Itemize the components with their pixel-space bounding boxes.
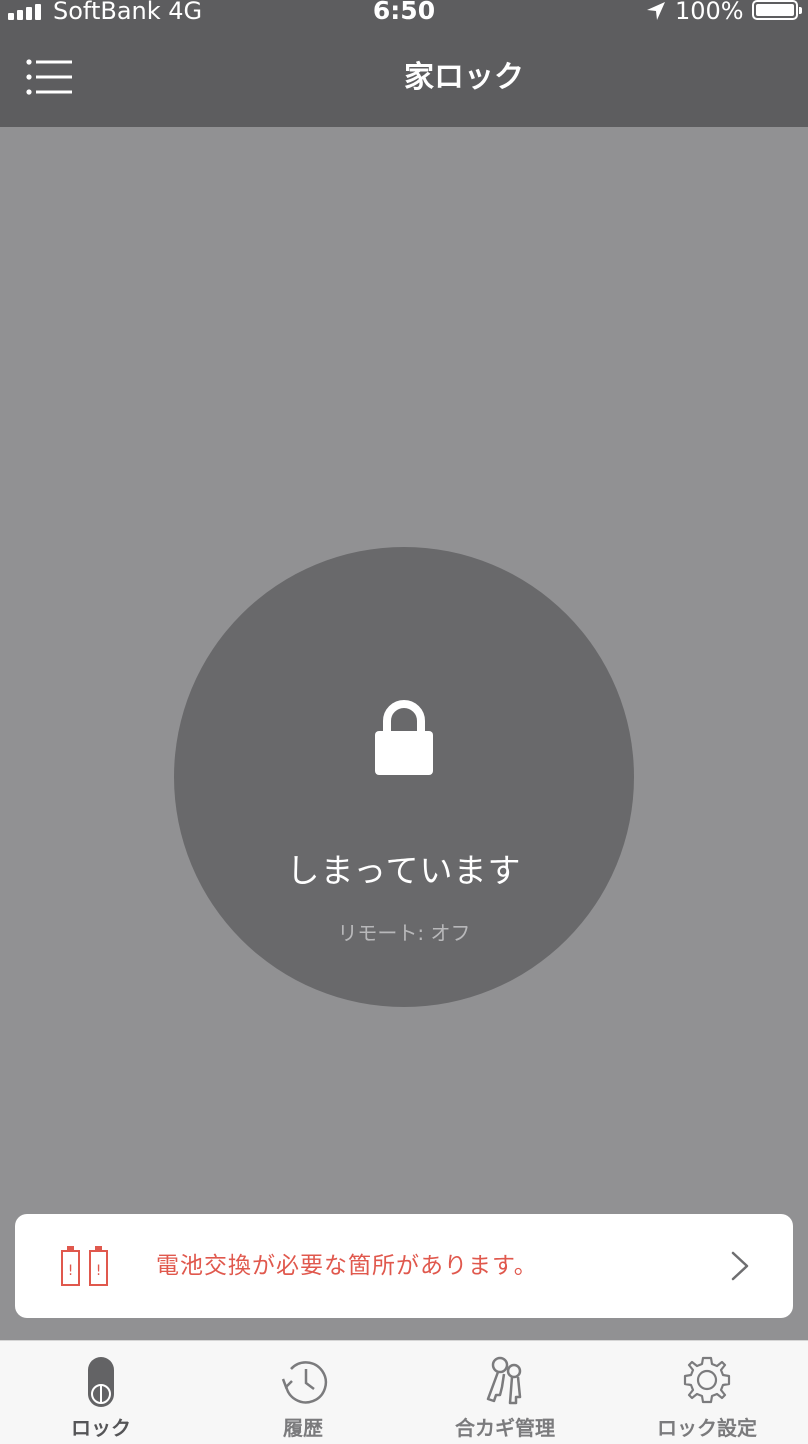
tab-history[interactable]: 履歴 bbox=[202, 1341, 404, 1444]
svg-text:!: ! bbox=[96, 1263, 102, 1279]
battery-alert-banner[interactable]: ! ! 電池交換が必要な箇所があります。 bbox=[15, 1214, 793, 1318]
keys-icon bbox=[486, 1356, 522, 1405]
battery-icon bbox=[752, 0, 802, 20]
battery-alert-text: 電池交換が必要な箇所があります。 bbox=[156, 1253, 538, 1279]
tab-bar: ロック 履歴 合カギ管理 ロック設定 bbox=[0, 1340, 808, 1444]
header: SoftBank 4G 6:50 100% 家ロック bbox=[0, 0, 808, 127]
lock-toggle-button[interactable]: しまっています リモート: オフ bbox=[174, 547, 634, 1007]
location-arrow-icon bbox=[647, 2, 665, 20]
page-title: 家ロック bbox=[404, 60, 524, 95]
battery-warning-icon: ! ! bbox=[61, 1246, 108, 1286]
tab-label: ロック bbox=[71, 1416, 131, 1440]
status-bar: SoftBank 4G 6:50 100% bbox=[0, 0, 808, 30]
battery-percent: 100% bbox=[675, 0, 744, 25]
tab-label: 合カギ管理 bbox=[455, 1416, 555, 1440]
lock-knob-icon bbox=[88, 1357, 114, 1407]
lock-status-text: しまっています bbox=[286, 851, 522, 890]
tab-keys[interactable]: 合カギ管理 bbox=[404, 1341, 606, 1444]
history-icon bbox=[281, 1361, 328, 1404]
gear-icon bbox=[683, 1356, 731, 1404]
tab-lock[interactable]: ロック bbox=[0, 1341, 202, 1444]
svg-text:!: ! bbox=[68, 1263, 74, 1279]
tab-label: 履歴 bbox=[283, 1416, 323, 1440]
padlock-icon bbox=[375, 700, 433, 775]
remote-status-text: リモート: オフ bbox=[337, 921, 471, 945]
lock-screen: SoftBank 4G 6:50 100% 家ロック しまっています リモート:… bbox=[0, 0, 808, 1444]
chevron-right-icon bbox=[731, 1251, 749, 1281]
tab-lock-settings[interactable]: ロック設定 bbox=[606, 1341, 808, 1444]
tab-label: ロック設定 bbox=[657, 1416, 757, 1440]
